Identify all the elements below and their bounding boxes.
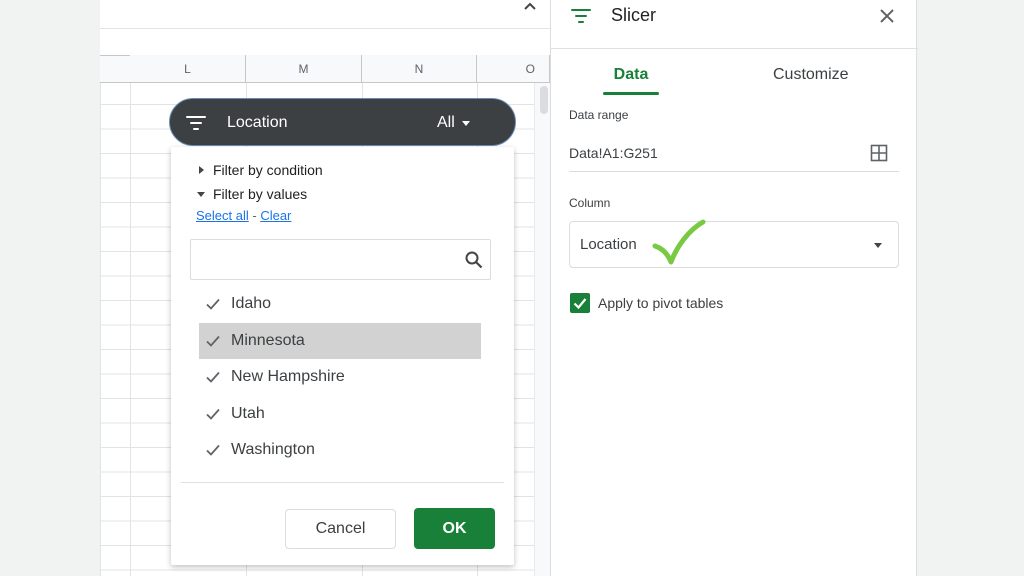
close-icon[interactable] bbox=[877, 6, 897, 26]
divider bbox=[181, 482, 504, 483]
column-header-m[interactable]: M bbox=[246, 55, 362, 83]
list-item[interactable]: New Hampshire bbox=[199, 359, 481, 395]
caret-down-icon bbox=[874, 243, 882, 248]
panel-header: Slicer bbox=[551, 0, 918, 49]
filter-by-values[interactable]: Filter by values bbox=[213, 186, 307, 202]
column-header-o[interactable]: O bbox=[477, 55, 550, 83]
filter-icon bbox=[186, 113, 208, 133]
slicer-side-panel: Slicer Data Customize Data range Data!A1… bbox=[550, 0, 918, 576]
tab-customize-label: Customize bbox=[773, 66, 849, 83]
scrollbar-thumb[interactable] bbox=[540, 86, 548, 114]
list-item[interactable]: Utah bbox=[199, 396, 481, 432]
list-item-label: Minnesota bbox=[231, 332, 305, 349]
data-range-label: Data range bbox=[569, 108, 629, 122]
filter-dropdown: Filter by condition Filter by values Sel… bbox=[171, 147, 514, 565]
link-separator: - bbox=[248, 208, 261, 223]
checkbox-icon[interactable] bbox=[570, 293, 590, 313]
green-checkmark-icon bbox=[651, 218, 707, 270]
slicer-column-label: Location bbox=[227, 114, 288, 131]
active-tab-indicator bbox=[603, 92, 659, 95]
chevron-up-icon[interactable] bbox=[520, 0, 540, 16]
check-icon bbox=[205, 406, 221, 422]
vertical-scrollbar[interactable] bbox=[534, 83, 550, 576]
slicer-status[interactable]: All bbox=[437, 114, 455, 132]
check-icon bbox=[205, 296, 221, 312]
filter-icon bbox=[571, 8, 593, 24]
list-item[interactable]: Idaho bbox=[199, 286, 481, 322]
column-dropdown[interactable]: Location bbox=[569, 221, 899, 268]
clear-link[interactable]: Clear bbox=[260, 208, 291, 223]
filter-by-condition[interactable]: Filter by condition bbox=[213, 162, 323, 178]
expand-arrow-icon[interactable] bbox=[199, 166, 204, 174]
data-range-underline bbox=[569, 171, 899, 172]
column-label: Column bbox=[569, 196, 611, 210]
list-item-label: Idaho bbox=[231, 295, 272, 312]
apply-pivot-label: Apply to pivot tables bbox=[598, 295, 724, 311]
cancel-button[interactable]: Cancel bbox=[285, 509, 396, 549]
values-search-box[interactable] bbox=[190, 239, 491, 280]
grid-icon[interactable] bbox=[870, 144, 888, 162]
tab-data-label: Data bbox=[613, 66, 649, 83]
formula-bar bbox=[100, 0, 550, 29]
column-header-l[interactable]: L bbox=[130, 55, 246, 83]
check-icon bbox=[205, 369, 221, 385]
slicer-control[interactable]: Location All bbox=[169, 98, 516, 146]
data-range-field[interactable]: Data!A1:G251 bbox=[569, 145, 658, 161]
list-item[interactable]: Minnesota bbox=[199, 323, 481, 359]
tab-customize[interactable]: Customize bbox=[773, 66, 849, 96]
list-item[interactable]: Washington bbox=[199, 432, 481, 468]
list-item-label: New Hampshire bbox=[231, 368, 345, 385]
collapse-arrow-icon[interactable] bbox=[197, 192, 205, 197]
check-icon bbox=[205, 333, 221, 349]
ok-button[interactable]: OK bbox=[414, 508, 495, 549]
check-icon bbox=[205, 442, 221, 458]
select-clear-links: Select all - Clear bbox=[196, 208, 291, 223]
search-icon[interactable] bbox=[464, 250, 484, 270]
caret-down-icon[interactable] bbox=[462, 121, 470, 126]
list-item-label: Washington bbox=[231, 441, 315, 458]
list-item-label: Utah bbox=[231, 405, 265, 422]
tab-data[interactable]: Data bbox=[603, 66, 659, 96]
select-all-link[interactable]: Select all bbox=[196, 208, 249, 223]
values-search-input[interactable] bbox=[199, 248, 449, 272]
column-header-n[interactable]: N bbox=[362, 55, 477, 83]
column-dropdown-value: Location bbox=[580, 236, 637, 253]
panel-title: Slicer bbox=[611, 5, 657, 25]
